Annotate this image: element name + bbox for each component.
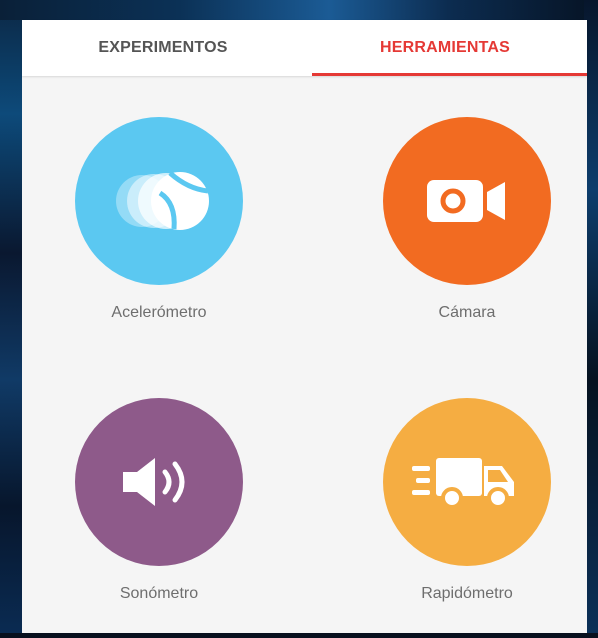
tool-acelerometro[interactable]: Acelerómetro [69,117,249,357]
tool-label: Cámara [438,304,496,321]
tool-sonometro[interactable]: Sonómetro [69,398,249,638]
tool-camara[interactable]: Cámara [377,117,557,357]
tool-label: Acelerómetro [111,304,207,321]
tab-experimentos[interactable]: EXPERIMENTOS [22,20,304,76]
acelerometro-circle [75,117,243,285]
sonometro-circle [75,398,243,566]
tool-rapidometro[interactable]: Rapidómetro [377,398,557,638]
camara-circle [383,117,551,285]
background-edge-left [0,0,22,633]
ball-motion-icon [116,171,209,230]
video-camera-icon [427,180,505,222]
app-screen: EXPERIMENTOS HERRAMIENTAS Acelerómetro C… [22,20,587,633]
rapidometro-circle [383,398,551,566]
tab-herramientas[interactable]: HERRAMIENTAS [304,20,586,76]
active-tab-indicator [312,73,587,76]
tab-bar: EXPERIMENTOS HERRAMIENTAS [22,20,587,76]
speaker-icon [123,458,185,506]
tool-label: Rapidómetro [421,585,513,602]
tool-label: Sonómetro [119,585,199,602]
background-edge-top [0,0,598,20]
fast-truck-icon [412,458,514,509]
